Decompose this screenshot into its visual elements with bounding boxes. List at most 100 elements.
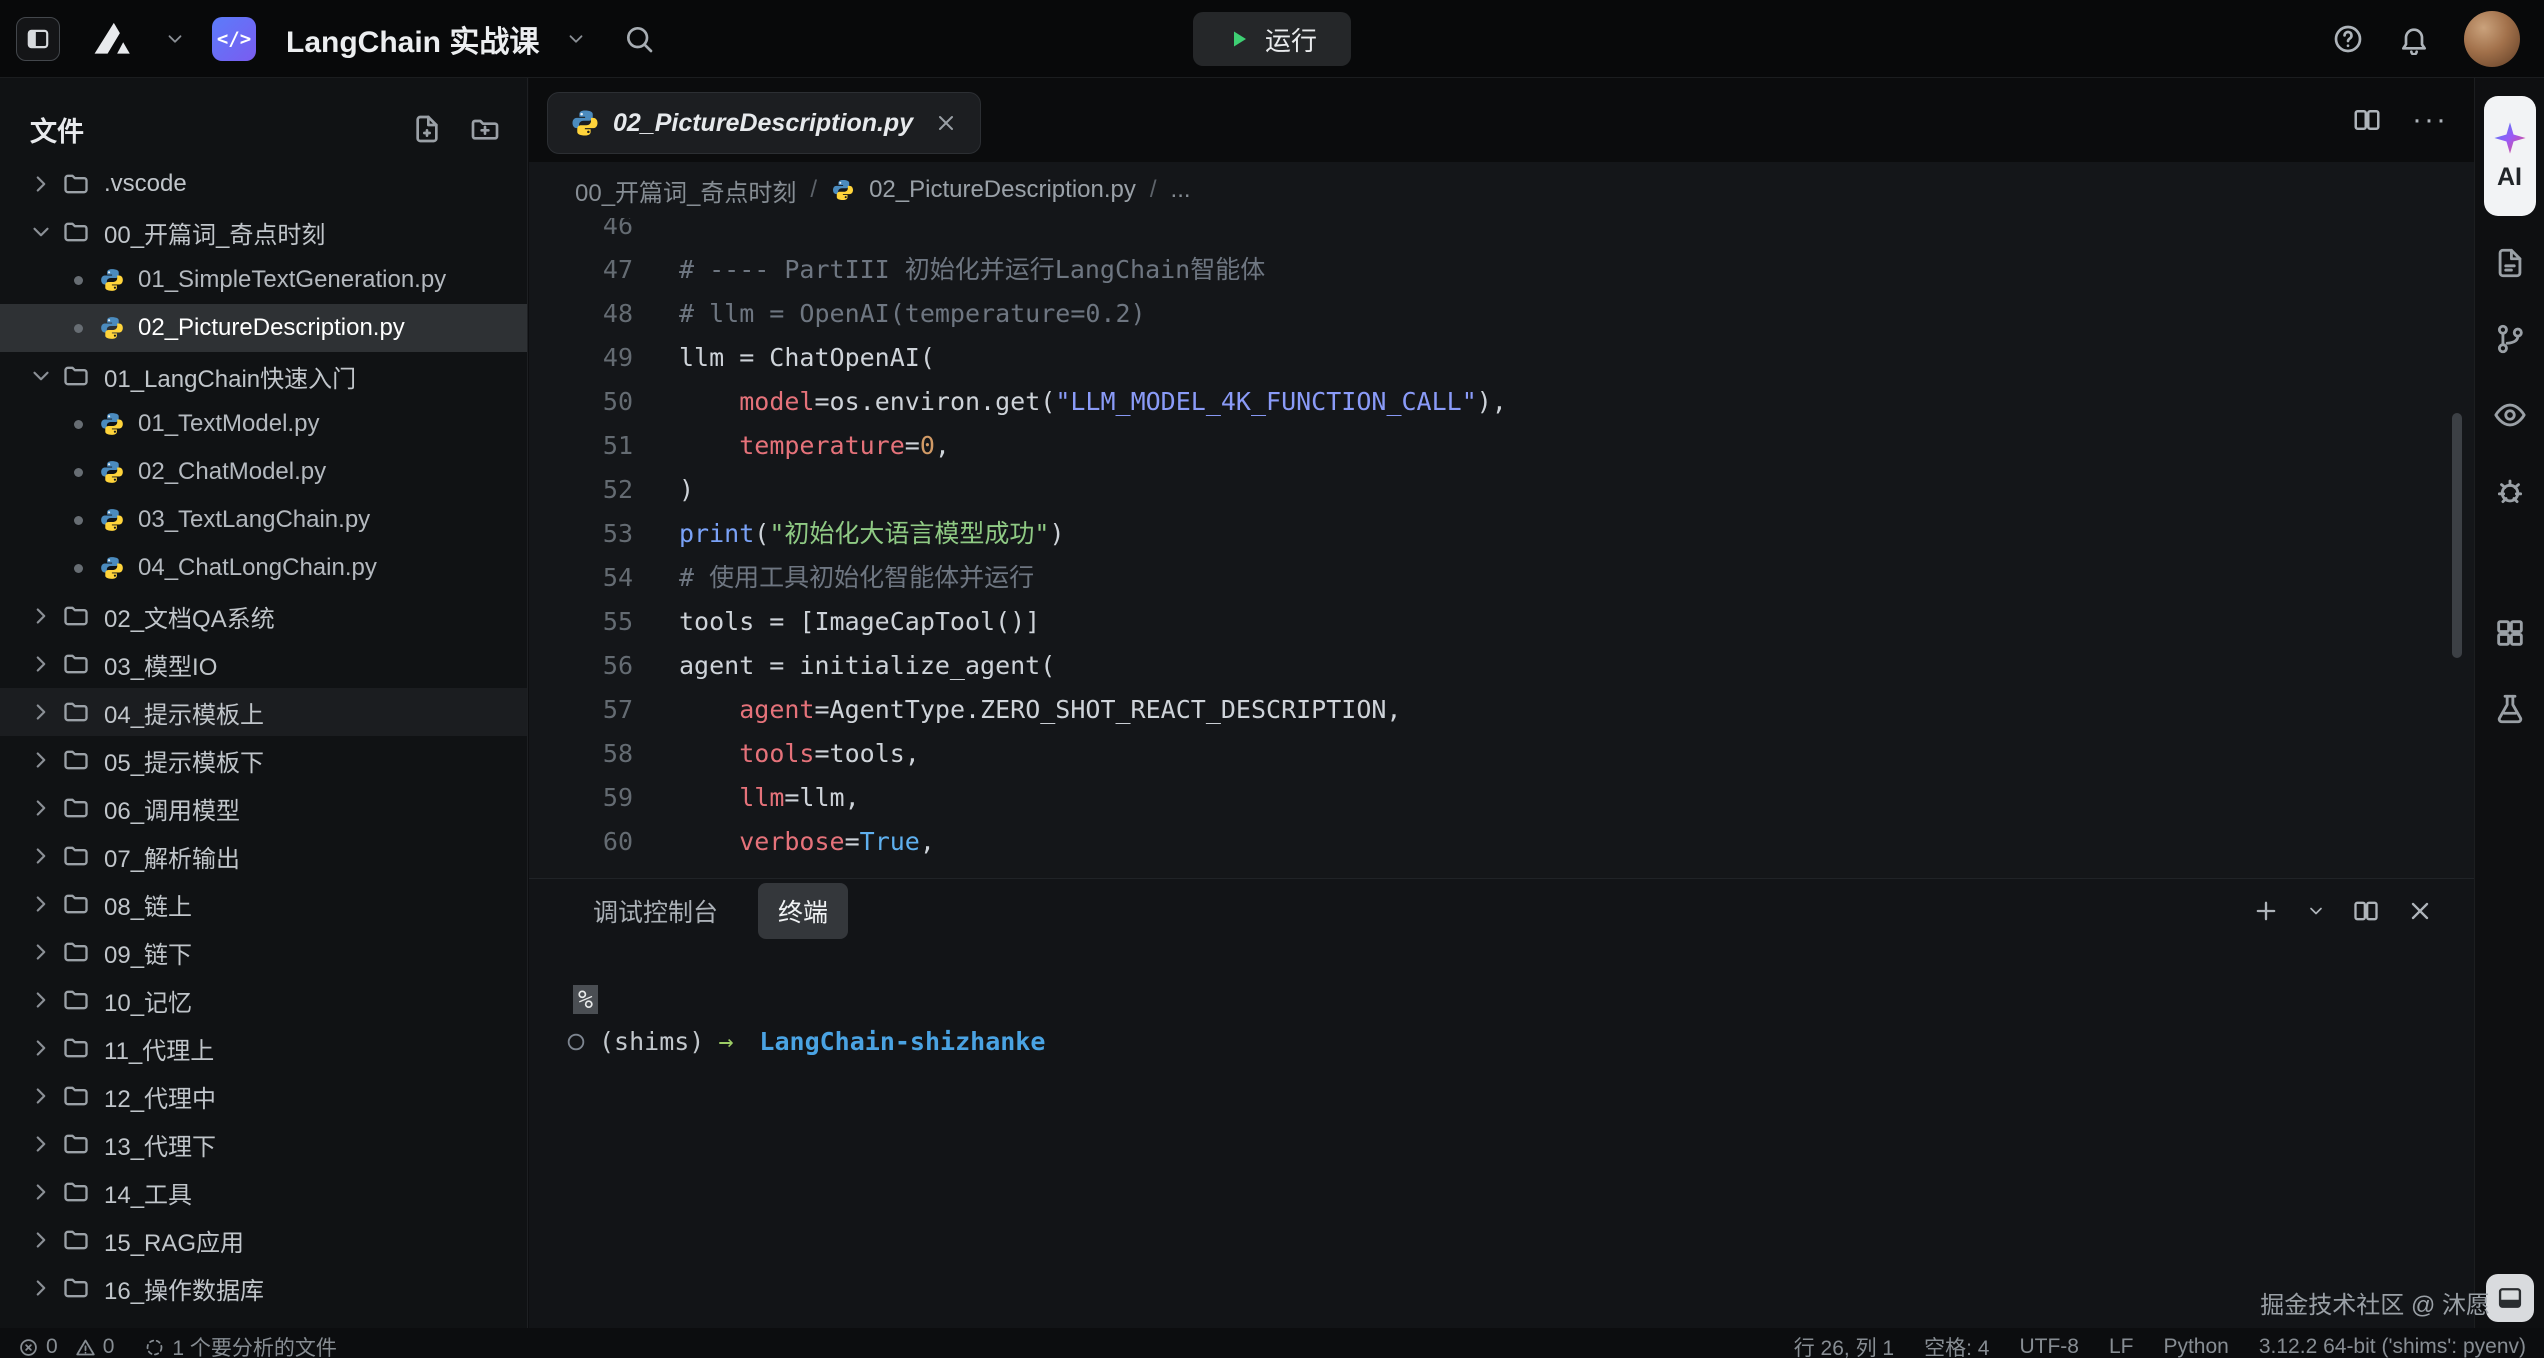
code-line[interactable]: 53print("初始化大语言模型成功") <box>529 512 2474 556</box>
status-item[interactable]: Python <box>2163 1335 2228 1358</box>
code-line[interactable]: 56agent = initialize_agent( <box>529 644 2474 688</box>
terminal[interactable]: % (shims) → LangChain-shizhanke <box>529 943 2474 1063</box>
tree-folder[interactable]: .vscode <box>0 160 527 208</box>
new-file-button[interactable] <box>411 113 443 145</box>
panel-tab-debug-console[interactable]: 调试控制台 <box>573 883 738 939</box>
code-line[interactable]: 54# 使用工具初始化智能体并运行 <box>529 556 2474 600</box>
tree-folder[interactable]: 09_链下 <box>0 928 527 976</box>
code-line[interactable]: 58 tools=tools, <box>529 732 2474 776</box>
editor-tab[interactable]: 02_PictureDescription.py <box>547 92 981 154</box>
workspace-title[interactable]: LangChain 实战课 <box>286 17 539 61</box>
avatar[interactable] <box>2464 11 2520 67</box>
status-item[interactable]: 行 26, 列 1 <box>1794 1332 1894 1358</box>
code-editor[interactable]: 4647# ---- PartIII 初始化并运行LangChain智能体48#… <box>529 218 2474 878</box>
tree-folder[interactable]: 15_RAG应用 <box>0 1216 527 1264</box>
search-icon[interactable] <box>623 23 655 55</box>
notifications-icon[interactable] <box>2398 23 2430 55</box>
tree-file[interactable]: 04_ChatLongChain.py <box>0 544 527 592</box>
sidebar-toggle-button[interactable] <box>16 17 60 61</box>
status-item[interactable]: LF <box>2109 1335 2134 1358</box>
tree-file[interactable]: 02_PictureDescription.py <box>0 304 527 352</box>
warning-count: 0 <box>103 1335 115 1358</box>
chevron-down-icon <box>28 363 54 389</box>
loading-icon <box>144 1337 165 1358</box>
tree-file[interactable]: 01_TextModel.py <box>0 400 527 448</box>
source-control-icon[interactable] <box>2493 322 2527 356</box>
close-panel-button[interactable] <box>2406 897 2434 925</box>
code-token: =tools, <box>814 739 919 768</box>
breadcrumb-file[interactable]: 02_PictureDescription.py <box>869 176 1136 204</box>
line-text: # 使用工具初始化智能体并运行 <box>633 556 1034 600</box>
run-button[interactable]: 运行 <box>1193 12 1351 66</box>
code-line[interactable]: 57 agent=AgentType.ZERO_SHOT_REACT_DESCR… <box>529 688 2474 732</box>
new-folder-button[interactable] <box>469 113 501 145</box>
breadcrumb-folder[interactable]: 00_开篇词_奇点时刻 <box>575 173 796 208</box>
status-item[interactable]: 空格: 4 <box>1924 1332 1989 1358</box>
ai-assistant-button[interactable]: AI <box>2484 96 2536 216</box>
workspace-chevron-icon[interactable] <box>565 28 587 50</box>
preview-icon[interactable] <box>2493 246 2527 280</box>
extensions-icon[interactable] <box>2493 616 2527 650</box>
tree-folder[interactable]: 08_链上 <box>0 880 527 928</box>
more-actions-icon[interactable]: ··· <box>2412 110 2448 130</box>
code-line[interactable]: 47# ---- PartIII 初始化并运行LangChain智能体 <box>529 248 2474 292</box>
panel-toggle-button[interactable] <box>2486 1274 2534 1322</box>
code-line[interactable]: 48# llm = OpenAI(temperature=0.2) <box>529 292 2474 336</box>
tree-folder[interactable]: 00_开篇词_奇点时刻 <box>0 208 527 256</box>
tests-icon[interactable] <box>2493 692 2527 726</box>
status-item[interactable]: 3.12.2 64-bit ('shims': pyenv) <box>2259 1335 2526 1358</box>
code-line[interactable]: 60 verbose=True, <box>529 820 2474 864</box>
tree-file[interactable]: 03_TextLangChain.py <box>0 496 527 544</box>
help-icon[interactable] <box>2332 23 2364 55</box>
panel-tab-terminal[interactable]: 终端 <box>758 883 848 939</box>
tree-folder[interactable]: 10_记忆 <box>0 976 527 1024</box>
chevron-down-icon <box>28 219 54 245</box>
code-token: =llm, <box>784 783 859 812</box>
status-item[interactable]: UTF-8 <box>2019 1335 2079 1358</box>
tree-folder[interactable]: 06_调用模型 <box>0 784 527 832</box>
tree-folder[interactable]: 11_代理上 <box>0 1024 527 1072</box>
tree-folder[interactable]: 02_文档QA系统 <box>0 592 527 640</box>
split-terminal-button[interactable] <box>2352 897 2380 925</box>
code-token: "初始化大语言模型成功" <box>769 519 1049 548</box>
editor-actions: ··· <box>2352 105 2448 135</box>
new-terminal-button[interactable] <box>2252 897 2280 925</box>
analyzing-indicator[interactable]: 1 个要分析的文件 <box>144 1332 337 1358</box>
eye-icon[interactable] <box>2493 398 2527 432</box>
debug-icon[interactable] <box>2493 474 2527 508</box>
tree-folder[interactable]: 05_提示模板下 <box>0 736 527 784</box>
tree-folder[interactable]: 04_提示模板上 <box>0 688 527 736</box>
tree-folder[interactable]: 03_模型IO <box>0 640 527 688</box>
code-line[interactable]: 46 <box>529 218 2474 248</box>
code-line[interactable]: 49llm = ChatOpenAI( <box>529 336 2474 380</box>
tree-folder[interactable]: 12_代理中 <box>0 1072 527 1120</box>
prompt-env: (shims) <box>599 1021 704 1063</box>
tree-folder[interactable]: 14_工具 <box>0 1168 527 1216</box>
close-tab-icon[interactable] <box>934 111 958 135</box>
code-token: verbose <box>739 827 844 856</box>
tree-folder[interactable]: 13_代理下 <box>0 1120 527 1168</box>
watermark: 掘金技术社区 @ 沐愿 <box>2260 1285 2490 1320</box>
tree-file[interactable]: 02_ChatModel.py <box>0 448 527 496</box>
tree-folder[interactable]: 16_操作数据库 <box>0 1264 527 1312</box>
code-token <box>679 431 739 460</box>
app-logo-icon[interactable] <box>86 17 138 61</box>
code-line[interactable]: 55tools = [ImageCapTool()] <box>529 600 2474 644</box>
app-menu-chevron-icon[interactable] <box>164 28 186 50</box>
folder-icon <box>62 794 90 822</box>
tree-folder[interactable]: 01_LangChain快速入门 <box>0 352 527 400</box>
code-line[interactable]: 51 temperature=0, <box>529 424 2474 468</box>
editor-scrollbar[interactable] <box>2452 413 2462 658</box>
code-line[interactable]: 50 model=os.environ.get("LLM_MODEL_4K_FU… <box>529 380 2474 424</box>
chevron-right-icon <box>28 699 54 725</box>
split-editor-icon[interactable] <box>2352 105 2382 135</box>
code-token: print <box>679 519 754 548</box>
breadcrumb-more[interactable]: ... <box>1171 176 1191 204</box>
tree-folder[interactable]: 07_解析输出 <box>0 832 527 880</box>
terminal-dropdown-icon[interactable] <box>2306 901 2326 921</box>
code-token: True <box>860 827 920 856</box>
code-line[interactable]: 52) <box>529 468 2474 512</box>
problems-indicator[interactable]: 0 0 <box>18 1335 114 1358</box>
tree-file[interactable]: 01_SimpleTextGeneration.py <box>0 256 527 304</box>
code-line[interactable]: 59 llm=llm, <box>529 776 2474 820</box>
